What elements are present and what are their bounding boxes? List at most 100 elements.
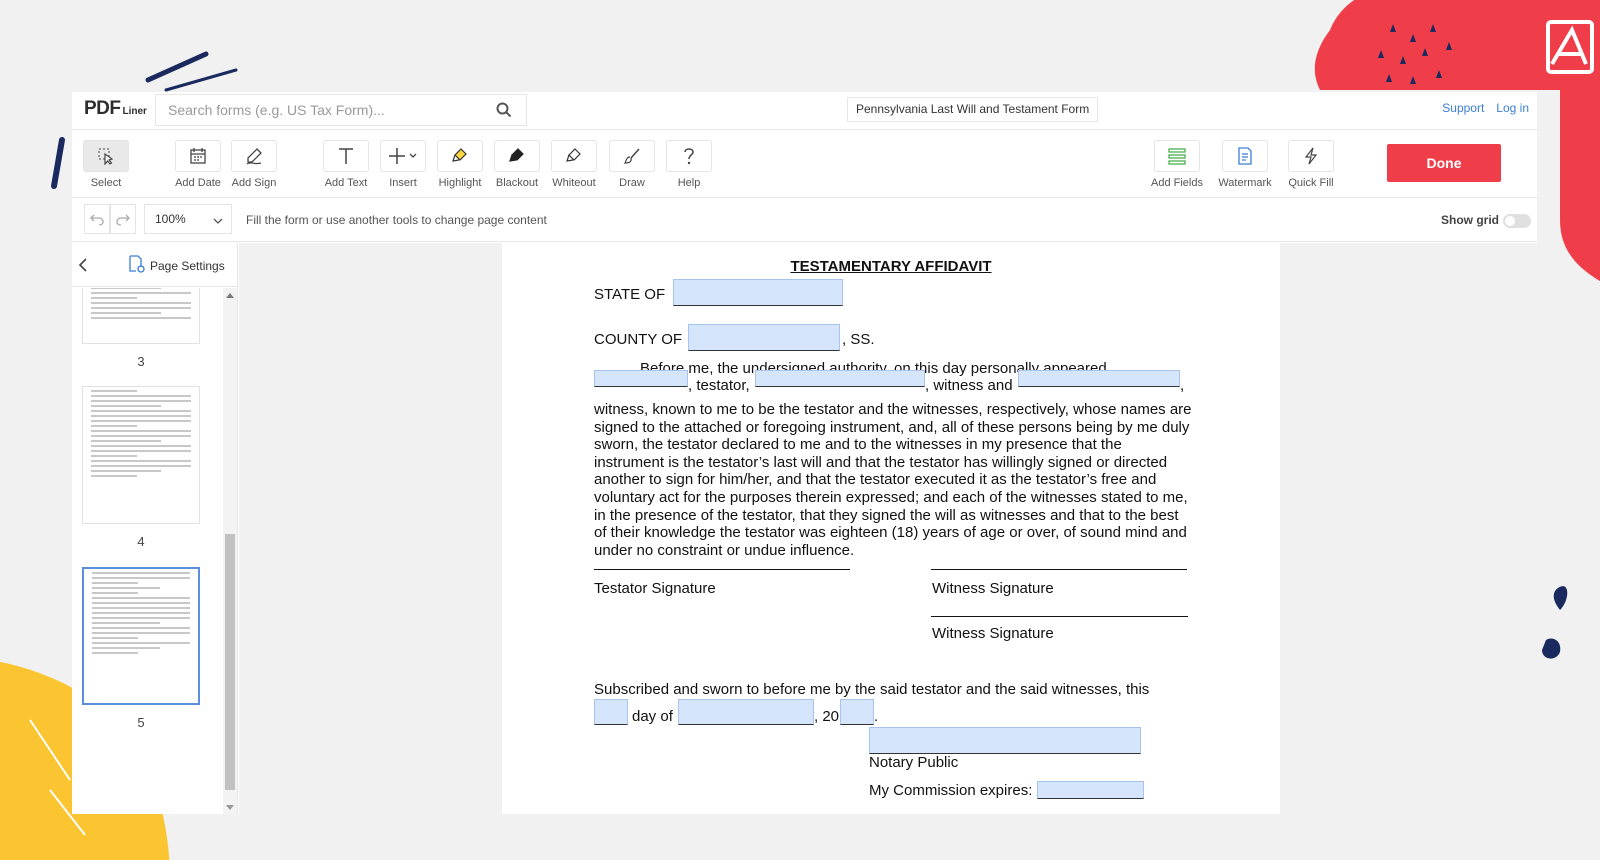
highlight-tool[interactable]: Highlight <box>430 140 490 189</box>
sidebar-header: Page Settings <box>72 243 237 287</box>
draw-tool[interactable]: Draw <box>602 140 662 189</box>
comma-text: , <box>1180 377 1185 394</box>
highlight-label: Highlight <box>438 177 482 189</box>
page-number-3: 3 <box>137 354 145 369</box>
top-links: Support Log in <box>1442 101 1529 115</box>
undo-redo-group <box>84 204 136 234</box>
affidavit-heading: TESTAMENTARY AFFIDAVIT <box>790 258 992 275</box>
calendar-icon <box>175 140 221 172</box>
page-thumbnail-5[interactable] <box>82 567 200 705</box>
watermark-tool[interactable]: Watermark <box>1215 140 1275 189</box>
sub-bar: 100% Fill the form or use another tools … <box>72 198 1537 242</box>
thumbnail-list: 3 4 5 <box>72 288 222 814</box>
subscribed-text: Subscribed and sworn to before me by the… <box>594 681 1150 698</box>
testator-signature-line <box>594 569 850 570</box>
add-sign-tool[interactable]: Add Sign <box>224 140 284 189</box>
county-field[interactable] <box>688 324 840 351</box>
add-text-tool[interactable]: Add Text <box>316 140 376 189</box>
page-thumbnail-4[interactable] <box>82 386 200 524</box>
login-link[interactable]: Log in <box>1496 101 1529 115</box>
chevron-left-icon[interactable] <box>78 257 88 278</box>
help-tool[interactable]: Help <box>659 140 719 189</box>
zoom-value: 100% <box>155 212 186 226</box>
page-thumbnail-3[interactable] <box>82 288 200 344</box>
draw-label: Draw <box>619 177 645 189</box>
logo-liner-text: Liner <box>122 106 147 117</box>
undo-icon[interactable] <box>84 204 110 234</box>
state-of-label: STATE OF <box>594 286 666 303</box>
insert-label: Insert <box>389 177 417 189</box>
witness-signature-label-1: Witness Signature <box>932 580 1054 597</box>
page-settings-icon <box>128 255 146 276</box>
notary-public-label: Notary Public <box>869 754 959 771</box>
toolbar: Select Add Date Add Sign Add Text Insert <box>72 130 1537 198</box>
affidavit-body-text: witness, known to me to be the testator … <box>594 401 1192 559</box>
testator-signature-label: Testator Signature <box>594 580 716 597</box>
search-icon[interactable] <box>496 102 512 123</box>
quick-fill-tool[interactable]: Quick Fill <box>1281 140 1341 189</box>
show-grid-toggle[interactable] <box>1503 214 1531 228</box>
add-sign-label: Add Sign <box>231 177 277 189</box>
search-input[interactable] <box>156 95 476 125</box>
select-tool[interactable]: Select <box>76 140 136 189</box>
text-icon <box>323 140 369 172</box>
search-box <box>155 94 527 126</box>
whiteout-tool[interactable]: Whiteout <box>544 140 604 189</box>
insert-tool[interactable]: Insert <box>373 140 433 189</box>
document-page: TESTAMENTARY AFFIDAVIT STATE OF COUNTY O… <box>502 243 1280 814</box>
zoom-select[interactable]: 100% <box>144 204 232 234</box>
add-text-label: Add Text <box>324 177 368 189</box>
add-date-tool[interactable]: Add Date <box>168 140 228 189</box>
year-field[interactable] <box>840 699 874 725</box>
scroll-up-arrow[interactable] <box>226 293 234 298</box>
blackout-icon <box>494 140 540 172</box>
done-button[interactable]: Done <box>1387 144 1501 182</box>
notary-signature-field[interactable] <box>869 727 1141 754</box>
support-link[interactable]: Support <box>1442 101 1484 115</box>
select-label: Select <box>90 177 122 189</box>
day-field[interactable] <box>594 699 628 725</box>
chevron-down-icon <box>213 214 223 228</box>
pdfliner-logo[interactable]: PDF Liner <box>84 98 147 120</box>
page-thumbnails-sidebar: Page Settings 3 4 5 <box>72 243 238 814</box>
document-canvas: TESTAMENTARY AFFIDAVIT STATE OF COUNTY O… <box>239 243 1537 814</box>
month-field[interactable] <box>678 699 814 725</box>
add-fields-label: Add Fields <box>1151 177 1203 189</box>
hint-text: Fill the form or use another tools to ch… <box>246 213 547 227</box>
day-of-label: day of <box>632 708 673 725</box>
logo-pdf-text: PDF <box>84 98 121 119</box>
sidebar-scrollbar[interactable] <box>223 288 237 814</box>
show-grid-label: Show grid <box>1441 213 1499 227</box>
lightning-icon <box>1288 140 1334 172</box>
scrollbar-thumb[interactable] <box>225 534 235 790</box>
add-fields-icon <box>1154 140 1200 172</box>
commission-expires-label: My Commission expires: <box>869 782 1033 799</box>
testator-name-field[interactable] <box>594 370 688 387</box>
commission-expires-field[interactable] <box>1037 781 1144 799</box>
witness-2-name-field[interactable] <box>1018 370 1180 387</box>
top-bar: PDF Liner Pennsylvania Last Will and Tes… <box>72 92 1537 130</box>
plus-dropdown-icon <box>380 140 426 172</box>
testator-label: , testator, <box>688 377 750 394</box>
document-title: Pennsylvania Last Will and Testament For… <box>847 97 1099 122</box>
quick-fill-label: Quick Fill <box>1288 177 1334 189</box>
decorative-navy-right <box>1530 580 1568 659</box>
whiteout-icon <box>551 140 597 172</box>
signature-pen-icon <box>231 140 277 172</box>
select-icon <box>83 140 129 172</box>
blackout-tool[interactable]: Blackout <box>487 140 547 189</box>
period-text: . <box>874 708 879 725</box>
page-number-5: 5 <box>137 715 145 730</box>
witness-and-label: , witness and <box>925 377 1013 394</box>
redo-icon[interactable] <box>110 204 136 234</box>
witness-signature-line-2 <box>931 616 1188 617</box>
county-of-label: COUNTY OF <box>594 331 683 348</box>
state-field[interactable] <box>673 279 843 306</box>
witness-1-name-field[interactable] <box>755 370 925 387</box>
help-label: Help <box>677 177 701 189</box>
page-settings-button[interactable]: Page Settings <box>128 255 225 276</box>
add-fields-tool[interactable]: Add Fields <box>1147 140 1207 189</box>
page-number-4: 4 <box>137 534 145 549</box>
scroll-down-arrow[interactable] <box>226 805 234 810</box>
watermark-icon <box>1222 140 1268 172</box>
